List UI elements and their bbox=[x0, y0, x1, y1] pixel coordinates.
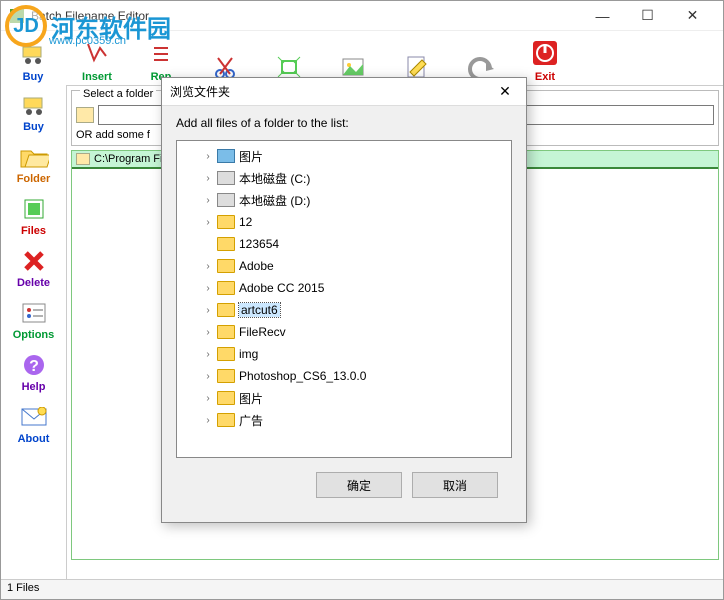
folder-icon bbox=[217, 303, 235, 317]
folder-tree[interactable]: › 图片 › 本地磁盘 (C:) › 本地磁盘 (D:) › 12 123654 › Adobe › A… bbox=[176, 140, 512, 458]
folder-icon bbox=[217, 369, 235, 383]
tree-item[interactable]: › Photoshop_CS6_13.0.0 bbox=[177, 365, 511, 387]
folder-icon bbox=[217, 259, 235, 273]
chevron-right-icon[interactable]: › bbox=[201, 393, 215, 404]
tree-item-label: 广告 bbox=[239, 412, 263, 429]
folder-icon bbox=[217, 237, 235, 251]
tree-item-label: Adobe CC 2015 bbox=[239, 281, 324, 295]
tree-item-label: FileRecv bbox=[239, 325, 286, 339]
pictures-icon bbox=[217, 149, 235, 163]
sidebar: Buy Folder Files Delete Options ? Help A… bbox=[1, 85, 67, 579]
chevron-right-icon[interactable]: › bbox=[201, 261, 215, 272]
sidebar-about[interactable]: About bbox=[1, 397, 66, 449]
status-bar: 1 Files bbox=[1, 579, 723, 599]
folder-icon[interactable] bbox=[76, 107, 94, 123]
sidebar-buy[interactable]: Buy bbox=[1, 85, 66, 137]
tree-item[interactable]: › Adobe CC 2015 bbox=[177, 277, 511, 299]
chevron-right-icon[interactable]: › bbox=[201, 151, 215, 162]
tree-item[interactable]: › 本地磁盘 (D:) bbox=[177, 189, 511, 211]
window-title: Batch Filename Editor bbox=[31, 9, 580, 23]
tree-item-label: 12 bbox=[239, 215, 252, 229]
drive-icon bbox=[217, 193, 235, 207]
toolbar-buy[interactable]: Buy bbox=[1, 37, 65, 85]
dialog-close-button[interactable]: ✕ bbox=[492, 83, 518, 100]
tree-item-label: 本地磁盘 (D:) bbox=[239, 192, 310, 209]
tree-item[interactable]: › artcut6 bbox=[177, 299, 511, 321]
tree-item[interactable]: › 12 bbox=[177, 211, 511, 233]
insert-icon bbox=[65, 37, 129, 69]
chevron-right-icon[interactable]: › bbox=[201, 173, 215, 184]
browse-folder-dialog: 浏览文件夹 ✕ Add all files of a folder to the… bbox=[161, 77, 527, 523]
tree-item[interactable]: › 广告 bbox=[177, 409, 511, 431]
tree-item-label: 图片 bbox=[239, 148, 263, 165]
drive-icon bbox=[217, 171, 235, 185]
folder-icon bbox=[217, 347, 235, 361]
dialog-title: 浏览文件夹 bbox=[170, 83, 492, 100]
chevron-right-icon[interactable]: › bbox=[201, 217, 215, 228]
chevron-right-icon[interactable]: › bbox=[201, 415, 215, 426]
tree-item[interactable]: › 图片 bbox=[177, 145, 511, 167]
chevron-right-icon[interactable]: › bbox=[201, 283, 215, 294]
sidebar-help[interactable]: ? Help bbox=[1, 345, 66, 397]
chevron-right-icon[interactable]: › bbox=[201, 305, 215, 316]
folder-icon bbox=[217, 215, 235, 229]
window-maximize-button[interactable]: ☐ bbox=[625, 1, 670, 31]
dialog-message: Add all files of a folder to the list: bbox=[176, 116, 512, 130]
svg-text:?: ? bbox=[29, 358, 39, 375]
folder-icon bbox=[217, 281, 235, 295]
window-close-button[interactable]: ✕ bbox=[670, 1, 715, 31]
tree-item[interactable]: › FileRecv bbox=[177, 321, 511, 343]
tree-item-label: Adobe bbox=[239, 259, 274, 273]
chevron-right-icon[interactable]: › bbox=[201, 195, 215, 206]
tree-item-label: artcut6 bbox=[239, 303, 280, 317]
sidebar-options[interactable]: Options bbox=[1, 293, 66, 345]
cart-icon bbox=[1, 37, 65, 69]
tree-item[interactable]: 123654 bbox=[177, 233, 511, 255]
help-icon: ? bbox=[1, 351, 66, 379]
file-path: C:\Program File bbox=[94, 153, 171, 165]
app-icon bbox=[9, 8, 25, 24]
group-title: Select a folder bbox=[80, 88, 156, 100]
status-text: 1 Files bbox=[7, 582, 39, 594]
tree-item-label: Photoshop_CS6_13.0.0 bbox=[239, 369, 366, 383]
dialog-ok-button[interactable]: 确定 bbox=[316, 472, 402, 498]
toolbar-insert[interactable]: Insert bbox=[65, 37, 129, 85]
tree-item[interactable]: › Adobe bbox=[177, 255, 511, 277]
dialog-titlebar: 浏览文件夹 ✕ bbox=[162, 78, 526, 106]
mail-icon bbox=[1, 403, 66, 431]
cart-icon bbox=[1, 91, 66, 119]
folder-icon bbox=[217, 325, 235, 339]
tree-item-label: 123654 bbox=[239, 237, 279, 251]
folder-open-icon bbox=[1, 143, 66, 171]
delete-icon bbox=[1, 247, 66, 275]
folder-icon bbox=[217, 391, 235, 405]
dialog-cancel-button[interactable]: 取消 bbox=[412, 472, 498, 498]
tree-item-label: 图片 bbox=[239, 390, 263, 407]
window-minimize-button[interactable]: — bbox=[580, 1, 625, 31]
replace-icon bbox=[129, 37, 193, 69]
tree-item-label: 本地磁盘 (C:) bbox=[239, 170, 310, 187]
tree-item-label: img bbox=[239, 347, 258, 361]
chevron-right-icon[interactable]: › bbox=[201, 327, 215, 338]
folder-icon bbox=[76, 153, 90, 165]
sidebar-folder[interactable]: Folder bbox=[1, 137, 66, 189]
options-icon bbox=[1, 299, 66, 327]
folder-icon bbox=[217, 413, 235, 427]
window-titlebar: Batch Filename Editor — ☐ ✕ bbox=[1, 1, 723, 31]
files-icon bbox=[1, 195, 66, 223]
tree-item[interactable]: › img bbox=[177, 343, 511, 365]
chevron-right-icon[interactable]: › bbox=[201, 349, 215, 360]
sidebar-delete[interactable]: Delete bbox=[1, 241, 66, 293]
power-icon bbox=[513, 37, 577, 69]
chevron-right-icon[interactable]: › bbox=[201, 371, 215, 382]
tree-item[interactable]: › 本地磁盘 (C:) bbox=[177, 167, 511, 189]
sidebar-files[interactable]: Files bbox=[1, 189, 66, 241]
tree-item[interactable]: › 图片 bbox=[177, 387, 511, 409]
